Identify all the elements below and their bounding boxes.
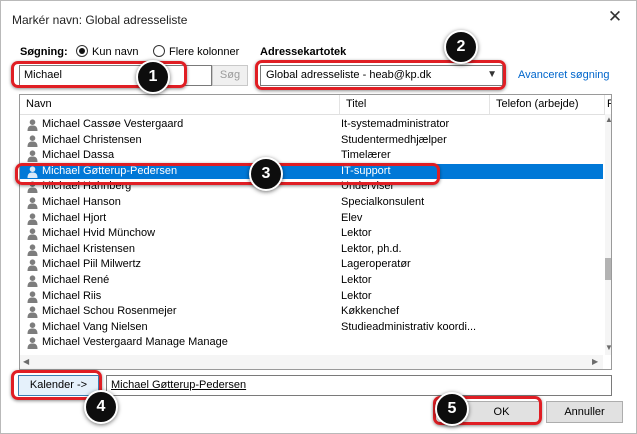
radio-more-columns-label: Flere kolonner bbox=[169, 46, 240, 58]
table-row[interactable]: Michael Piil Milwertz Lageroperatør bbox=[20, 257, 603, 273]
cell-name: Michael Riis bbox=[42, 289, 102, 302]
radio-name-only[interactable] bbox=[76, 45, 88, 57]
cell-title: Lektor bbox=[341, 227, 372, 240]
contact-person-icon bbox=[27, 337, 38, 350]
table-row[interactable]: Michael Riis Lektor bbox=[20, 289, 603, 305]
contact-person-icon bbox=[27, 322, 38, 334]
cell-name: Michael Hanson bbox=[42, 195, 121, 208]
table-row[interactable]: Michael René Lektor bbox=[20, 273, 603, 289]
contact-person-icon bbox=[27, 197, 38, 209]
cell-name: Michael Hvid Münchow bbox=[42, 227, 156, 240]
horizontal-scrollbar[interactable]: ◀ ▶ bbox=[20, 355, 603, 369]
cell-name: Michael Vestergaard Manage Manage bbox=[42, 336, 228, 349]
search-button[interactable]: Søg bbox=[212, 65, 248, 86]
cell-name: Michael Kristensen bbox=[42, 242, 135, 255]
cell-name: Michael Cassøe Vestergaard bbox=[42, 118, 184, 130]
contact-person-icon bbox=[27, 212, 38, 225]
scroll-right-icon[interactable]: ▶ bbox=[592, 357, 598, 366]
table-row[interactable]: Michael Vang Nielsen Studieadministrativ … bbox=[20, 320, 603, 336]
advanced-search-link[interactable]: Avanceret søgning bbox=[518, 69, 610, 81]
contact-person-icon bbox=[27, 150, 38, 163]
cell-title: Lageroperatør bbox=[341, 258, 411, 271]
names-list: Navn Titel Telefon (arbejde) P Michael C… bbox=[19, 94, 612, 370]
contact-person-icon bbox=[27, 181, 38, 194]
calendar-button[interactable]: Kalender -> bbox=[18, 375, 99, 396]
contact-person-icon bbox=[27, 119, 38, 131]
callout-badge-3: 3 bbox=[249, 157, 283, 191]
table-row[interactable]: Michael Kristensen Lektor, ph.d. bbox=[20, 242, 603, 258]
vertical-scrollbar[interactable]: ▲ ▼ bbox=[605, 114, 611, 355]
title-bar: Markér navn: Global adresseliste ✕ bbox=[1, 1, 636, 35]
contact-person-icon bbox=[27, 306, 38, 319]
callout-badge-5: 5 bbox=[435, 392, 469, 426]
contact-person-icon bbox=[27, 259, 38, 272]
chevron-down-icon: ▼ bbox=[487, 69, 497, 80]
scroll-down-icon[interactable]: ▼ bbox=[605, 343, 611, 352]
contact-person-icon bbox=[27, 244, 38, 256]
table-row[interactable]: Michael Hvid Münchow Lektor bbox=[20, 226, 603, 242]
column-header-phone[interactable]: Telefon (arbejde) bbox=[490, 95, 605, 114]
scroll-up-icon[interactable]: ▲ bbox=[605, 115, 611, 124]
contact-person-icon bbox=[27, 134, 38, 147]
radio-name-only-label: Kun navn bbox=[92, 46, 139, 58]
list-rows: Michael Cassøe Vestergaard It-systemadmin… bbox=[20, 117, 603, 351]
cell-name: Michael Piil Milwertz bbox=[42, 258, 142, 271]
cell-name: Michael Gøtterup-Pedersen bbox=[42, 164, 178, 177]
list-header: Navn Titel Telefon (arbejde) P bbox=[20, 95, 611, 115]
table-row[interactable]: Michael Schou Rosenmejer Køkkenchef bbox=[20, 304, 603, 320]
contact-person-icon bbox=[27, 166, 38, 178]
cancel-button[interactable]: Annuller bbox=[546, 401, 623, 423]
addressbook-label: Adressekartotek bbox=[260, 46, 347, 58]
column-header-title[interactable]: Titel bbox=[340, 95, 490, 114]
addressbook-select[interactable]: Global adresseliste - heab@kp.dk ▼ bbox=[260, 65, 503, 86]
cell-title: Køkkenchef bbox=[341, 305, 400, 318]
cell-title: Lektor bbox=[341, 273, 372, 286]
search-input[interactable]: Michael bbox=[19, 65, 212, 86]
cell-title: Lektor, ph.d. bbox=[341, 242, 402, 255]
cell-name: Michael Dassa bbox=[42, 149, 115, 162]
cell-name: Michael Schou Rosenmejer bbox=[42, 305, 177, 318]
cell-name: Michael Vang Nielsen bbox=[42, 320, 148, 333]
cell-title: Studieadministrativ koordi... bbox=[341, 320, 477, 333]
callout-badge-2: 2 bbox=[444, 30, 478, 64]
cell-name: Michael Hjort bbox=[42, 211, 107, 224]
cell-title: It-systemadministrator bbox=[341, 118, 450, 130]
radio-more-columns[interactable] bbox=[153, 45, 165, 57]
table-row[interactable]: Michael Cassøe Vestergaard It-systemadmin… bbox=[20, 117, 603, 133]
contact-person-icon bbox=[27, 228, 38, 241]
cell-title: Studentermedhjælper bbox=[341, 133, 447, 146]
window-title: Markér navn: Global adresseliste bbox=[12, 13, 188, 27]
column-header-name[interactable]: Navn bbox=[20, 95, 340, 114]
table-row[interactable]: Michael Hanson Specialkonsulent bbox=[20, 195, 603, 211]
close-icon[interactable]: ✕ bbox=[605, 7, 625, 27]
cell-title: Timelærer bbox=[341, 149, 391, 162]
table-row[interactable]: Michael Dassa Timelærer bbox=[20, 148, 603, 164]
addressbook-selected-value: Global adresseliste - heab@kp.dk bbox=[266, 69, 432, 81]
cell-title: Underviser bbox=[341, 180, 395, 193]
callout-badge-4: 4 bbox=[84, 390, 118, 424]
cell-title: IT-support bbox=[341, 164, 391, 177]
cell-name: Michael René bbox=[42, 273, 110, 286]
column-header-p[interactable]: P bbox=[605, 95, 611, 114]
contact-person-icon bbox=[27, 275, 38, 287]
select-names-dialog: Markér navn: Global adresseliste ✕ Søgni… bbox=[0, 0, 637, 434]
cell-name: Michael Christensen bbox=[42, 133, 142, 146]
cell-title: Specialkonsulent bbox=[341, 195, 425, 208]
table-row[interactable]: Michael Hahnberg Underviser bbox=[20, 179, 603, 195]
contact-person-icon bbox=[27, 290, 38, 303]
selected-name-value: Michael Gøtterup-Pedersen bbox=[111, 379, 247, 391]
cell-title: Lektor bbox=[341, 289, 372, 302]
cell-name: Michael Hahnberg bbox=[42, 180, 132, 193]
selected-name-field[interactable]: Michael Gøtterup-Pedersen bbox=[106, 375, 612, 396]
search-label: Søgning: bbox=[20, 46, 68, 58]
table-row[interactable]: Michael Gøtterup-Pedersen IT-support bbox=[20, 163, 603, 180]
ok-button[interactable]: OK bbox=[463, 401, 540, 423]
cell-title: Elev bbox=[341, 211, 363, 224]
scroll-left-icon[interactable]: ◀ bbox=[23, 357, 29, 366]
table-row[interactable]: Michael Christensen Studentermedhjælper bbox=[20, 133, 603, 149]
table-row[interactable]: Michael Hjort Elev bbox=[20, 211, 603, 227]
callout-badge-1: 1 bbox=[136, 60, 170, 94]
table-row[interactable]: Michael Vestergaard Manage Manage bbox=[20, 335, 603, 351]
scrollbar-thumb[interactable] bbox=[605, 258, 611, 280]
